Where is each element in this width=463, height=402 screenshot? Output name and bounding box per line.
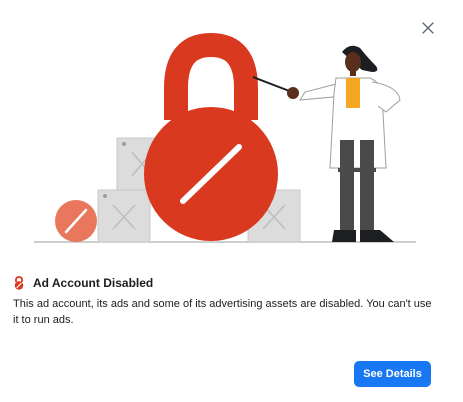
dialog-description: This ad account, its ads and some of its… bbox=[13, 298, 432, 326]
dialog-title-row: Ad Account Disabled bbox=[13, 276, 153, 290]
see-details-button[interactable]: See Details bbox=[354, 361, 431, 387]
disabled-account-illustration bbox=[34, 32, 416, 243]
pointer-stick bbox=[252, 76, 293, 93]
dialog-title: Ad Account Disabled bbox=[33, 276, 154, 290]
lock-icon bbox=[13, 276, 25, 290]
big-lock-icon bbox=[144, 32, 278, 241]
ad-account-disabled-dialog: Ad Account Disabled This ad account, its… bbox=[0, 0, 463, 402]
presenter-figure bbox=[287, 45, 401, 242]
small-disabled-circle-icon bbox=[55, 200, 97, 242]
